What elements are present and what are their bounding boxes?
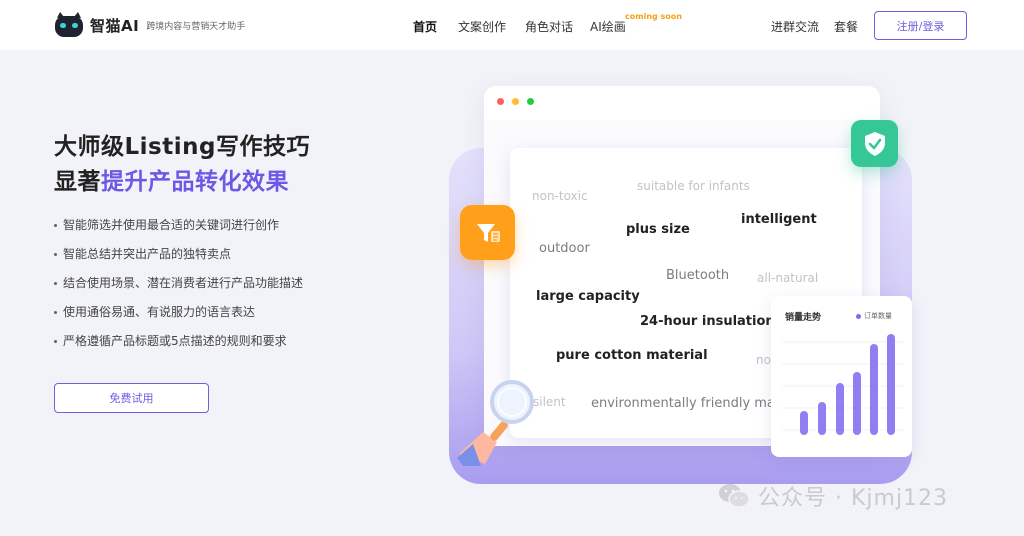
chart-bar [836, 383, 844, 435]
login-register-button[interactable]: 注册/登录 [874, 11, 967, 40]
feature-item: 智能总结并突出产品的独特卖点 [54, 245, 303, 274]
hero-subtitle-prefix: 显著 [54, 169, 101, 195]
feature-list: 智能筛选并使用最合适的关键词进行创作 智能总结并突出产品的独特卖点 结合使用场景… [54, 216, 303, 361]
top-header: 智猫AI 跨境内容与营销天才助手 首页 文案创作 角色对话 AI绘画 comin… [0, 0, 1024, 50]
sales-legend: 订单数量 [856, 311, 892, 321]
free-trial-button[interactable]: 免费试用 [54, 383, 209, 413]
feature-item: 使用通俗易通、有说服力的语言表达 [54, 303, 303, 332]
chart-bar [800, 411, 808, 435]
keyword: large capacity [536, 289, 640, 304]
feature-item: 智能筛选并使用最合适的关键词进行创作 [54, 216, 303, 245]
keyword: silent [533, 395, 566, 409]
keyword: pure cotton material [556, 348, 708, 363]
nav-ai-drawing[interactable]: AI绘画 [590, 18, 626, 35]
keyword: all-natural [757, 271, 819, 285]
brand-name: 智猫AI [90, 16, 140, 35]
watermark-text: 公众号 · Kjmj123 [758, 486, 949, 511]
keyword: suitable for infants [637, 179, 750, 193]
sales-legend-label: 订单数量 [864, 312, 892, 320]
nav-plans[interactable]: 套餐 [834, 18, 858, 35]
magnifier-icon [457, 380, 534, 466]
legend-dot-icon [856, 313, 861, 319]
wechat-icon [719, 484, 750, 508]
feature-item: 结合使用场景、潜在消费者进行产品功能描述 [54, 274, 303, 303]
nav-home[interactable]: 首页 [413, 18, 437, 35]
window-minimize-dot-icon [512, 98, 519, 105]
keyword: environmentally friendly mat [591, 396, 780, 411]
keyword: intelligent [741, 212, 817, 227]
nav-copywriting[interactable]: 文案创作 [458, 18, 506, 35]
hero-subtitle-highlight: 提升产品转化效果 [101, 169, 289, 195]
sales-bar-chart [782, 334, 904, 435]
chart-bar [887, 334, 895, 435]
chart-bar [818, 402, 826, 435]
coming-soon-badge: coming soon [625, 12, 682, 21]
cat-logo-icon [54, 12, 84, 38]
chart-bar [853, 372, 861, 435]
brand-slogan: 跨境内容与营销天才助手 [146, 21, 246, 32]
chart-bar [870, 344, 878, 435]
feature-item: 严格遵循产品标题或5点描述的规则和要求 [54, 332, 303, 361]
shield-check-icon [851, 120, 898, 167]
wechat-watermark: 公众号 · Kjmj123 [718, 480, 948, 512]
keyword: plus size [626, 222, 690, 237]
hero-subtitle: 显著提升产品转化效果 [54, 162, 289, 196]
nav-join-group[interactable]: 进群交流 [771, 18, 819, 35]
keyword: 24-hour insulation [640, 314, 775, 329]
keyword: no [756, 353, 771, 367]
sales-trend-title: 销量走势 [785, 313, 822, 323]
keyword: outdoor [539, 241, 590, 256]
filter-icon [460, 205, 515, 260]
window-close-dot-icon [497, 98, 504, 105]
hero-title: 大师级Listing写作技巧 [54, 134, 310, 160]
window-maximize-dot-icon [527, 98, 534, 105]
browser-titlebar [484, 86, 880, 120]
logo[interactable]: 智猫AI 跨境内容与营销天才助手 [54, 12, 245, 38]
keyword: Bluetooth [666, 268, 730, 283]
keyword: non-toxic [532, 189, 588, 203]
nav-role-chat[interactable]: 角色对话 [525, 18, 573, 35]
